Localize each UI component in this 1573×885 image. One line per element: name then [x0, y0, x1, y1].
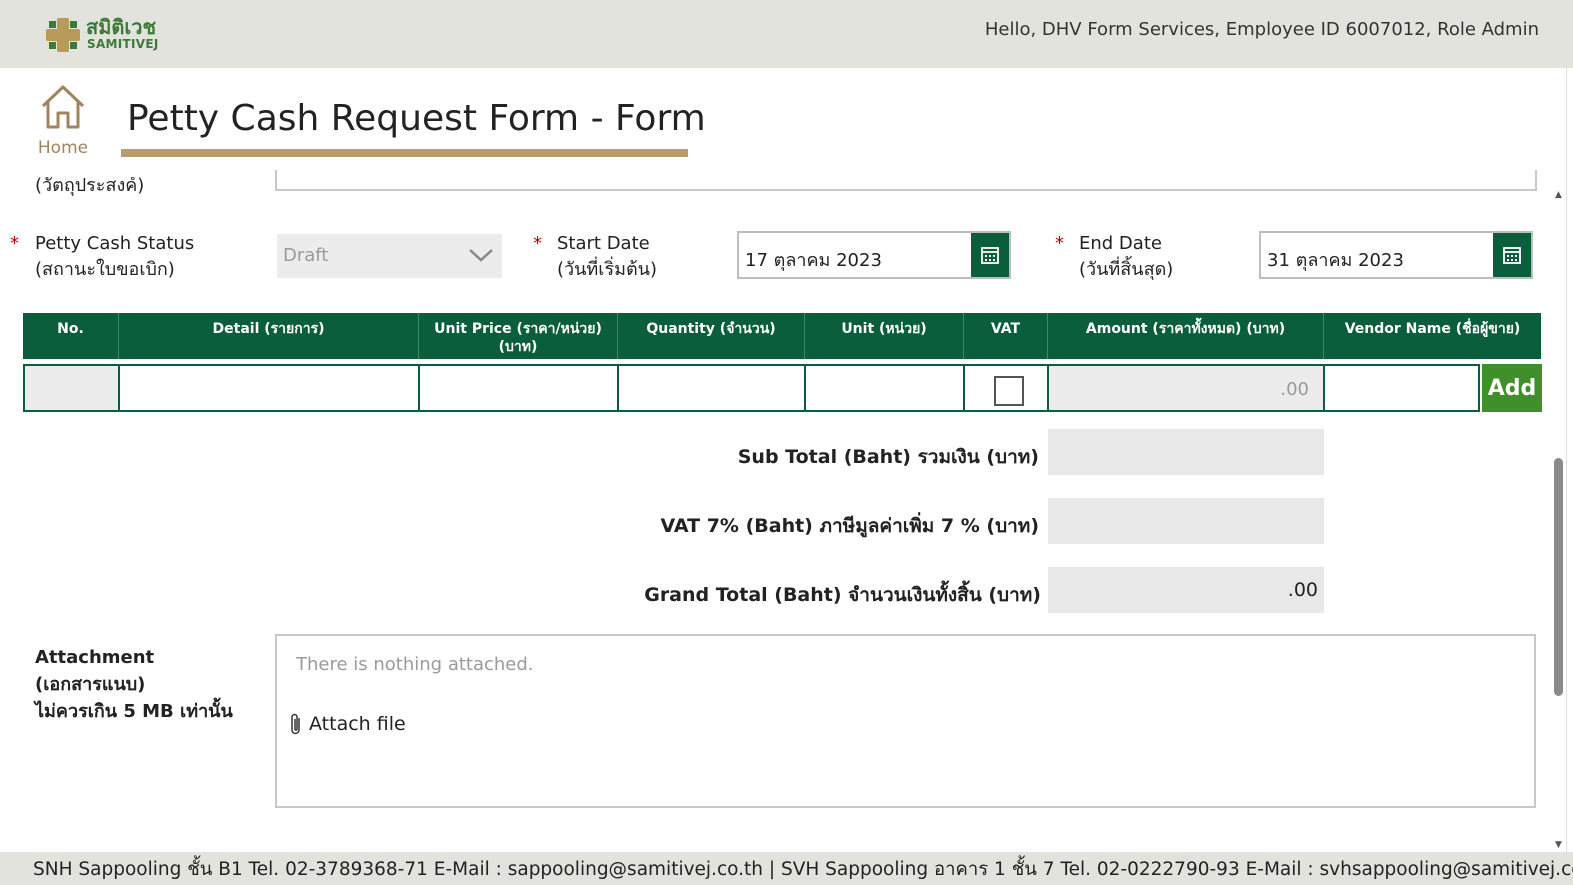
start-date-input[interactable]: 17 ตุลาคม 2023	[737, 231, 1011, 279]
attachment-label-th: (เอกสารแนบ)	[35, 674, 146, 695]
logo-thai-text: สมิติเวช	[86, 15, 157, 39]
home-link[interactable]: Home	[32, 84, 94, 166]
end-date-label-th: (วันที่สิ้นสุด)	[1079, 259, 1174, 280]
calendar-icon	[981, 247, 999, 264]
start-date-calendar-button[interactable]	[971, 233, 1009, 277]
attachment-box: There is nothing attached. Attach file	[275, 634, 1536, 808]
user-greeting: Hello, DHV Form Services, Employee ID 60…	[984, 19, 1539, 40]
status-dropdown[interactable]: Draft	[277, 234, 502, 278]
purpose-textarea-partial[interactable]	[275, 170, 1537, 191]
end-date-value: 31 ตุลาคม 2023	[1267, 250, 1404, 271]
column-header-no: No.	[23, 313, 119, 359]
new-item-row: .00	[23, 364, 1480, 412]
column-header-vat: VAT	[964, 313, 1048, 359]
start-date-label: Start Date (วันที่เริ่มต้น)	[557, 231, 657, 283]
end-date-calendar-button[interactable]	[1493, 233, 1531, 277]
grand-total-value: .00	[1287, 579, 1318, 601]
status-label-en: Petty Cash Status	[35, 233, 195, 254]
start-date-label-th: (วันที่เริ่มต้น)	[557, 259, 658, 280]
detail-input[interactable]	[118, 364, 420, 412]
attach-file-button[interactable]: Attach file	[289, 712, 406, 736]
window-edge	[1566, 68, 1573, 852]
end-date-input[interactable]: 31 ตุลาคม 2023	[1259, 231, 1533, 279]
amount-value: .00	[1280, 379, 1309, 400]
status-label-th: (สถานะใบขอเบิก)	[35, 259, 175, 280]
chevron-down-icon	[469, 249, 493, 262]
status-value: Draft	[283, 245, 329, 266]
footer: SNH Sappooling ชั้น B1 Tel. 02-3789368-7…	[0, 852, 1573, 885]
logo-english-text: SAMITIVEJ	[87, 37, 159, 51]
column-header-quantity: Quantity (จำนวน)	[618, 313, 805, 359]
required-mark: *	[10, 233, 19, 254]
samitivej-logo[interactable]: สมิติเวช SAMITIVEJ	[46, 16, 166, 54]
purpose-label-partial: (วัตถุประสงค์)	[35, 175, 145, 196]
page-scrollbar[interactable]: ▲ ▼	[1552, 188, 1566, 852]
home-label: Home	[37, 138, 89, 158]
unit-price-input[interactable]	[418, 364, 619, 412]
vat-cell	[963, 364, 1049, 412]
attachment-size-note: ไม่ควรเกิน 5 MB เท่านั้น	[35, 701, 233, 722]
attachment-label-en: Attachment	[35, 647, 155, 668]
status-label: Petty Cash Status (สถานะใบขอเบิก)	[35, 231, 194, 283]
calendar-icon	[1503, 247, 1521, 264]
column-header-unit-price: Unit Price (ราคา/หน่วย) (บาท)	[419, 313, 618, 359]
vendor-name-input[interactable]	[1323, 364, 1480, 412]
title-underline	[121, 149, 688, 157]
paperclip-icon	[291, 713, 300, 735]
footer-contact-text: SNH Sappooling ชั้น B1 Tel. 02-3789368-7…	[33, 859, 1573, 880]
start-date-value: 17 ตุลาคม 2023	[745, 250, 882, 271]
subtotal-field	[1048, 429, 1324, 475]
vat-total-label: VAT 7% (Baht) ภาษีมูลค่าเพิ่ม 7 % (บาท)	[660, 515, 1039, 537]
top-bar: สมิติเวช SAMITIVEJ Hello, DHV Form Servi…	[0, 0, 1573, 68]
unit-input[interactable]	[804, 364, 965, 412]
scrollbar-thumb[interactable]	[1554, 458, 1563, 696]
no-cell	[23, 364, 120, 412]
vat-total-field	[1048, 498, 1324, 544]
quantity-input[interactable]	[617, 364, 806, 412]
end-date-label: End Date (วันที่สิ้นสุด)	[1079, 231, 1173, 283]
vat-checkbox[interactable]	[994, 376, 1024, 406]
grand-total-label: Grand Total (Baht) จำนวนเงินทั้งสิ้น (บา…	[644, 584, 1041, 606]
amount-field: .00	[1047, 364, 1325, 412]
attachment-label: Attachment (เอกสารแนบ) ไม่ควรเกิน 5 MB เ…	[35, 644, 233, 725]
page-title: Petty Cash Request Form - Form	[127, 98, 706, 139]
attachment-empty-text: There is nothing attached.	[296, 654, 534, 675]
end-date-label-en: End Date	[1079, 233, 1162, 254]
attach-file-label: Attach file	[309, 713, 406, 735]
grand-total-field: .00	[1048, 567, 1324, 613]
required-mark: *	[533, 233, 542, 254]
scroll-down-arrow-icon[interactable]: ▼	[1555, 840, 1562, 850]
start-date-label-en: Start Date	[557, 233, 650, 254]
add-item-button[interactable]: Add	[1482, 364, 1542, 412]
column-header-vendor: Vendor Name (ชื่อผู้ขาย)	[1344, 321, 1521, 337]
column-header-amount: Amount (ราคาทั้งหมด) (บาท)	[1048, 313, 1324, 359]
column-header-unit: Unit (หน่วย)	[805, 313, 964, 359]
required-mark: *	[1055, 233, 1064, 254]
home-icon	[41, 85, 85, 129]
form-content: (วัตถุประสงค์) * Petty Cash Status (สถาน…	[0, 170, 1552, 852]
items-table-header: No. Detail (รายการ) Unit Price (ราคา/หน่…	[23, 313, 1541, 359]
subtotal-label: Sub Total (Baht) รวมเงิน (บาท)	[737, 446, 1039, 468]
column-header-detail: Detail (รายการ)	[119, 313, 419, 359]
logo-cross-icon	[46, 18, 80, 52]
scroll-up-arrow-icon[interactable]: ▲	[1555, 190, 1562, 200]
